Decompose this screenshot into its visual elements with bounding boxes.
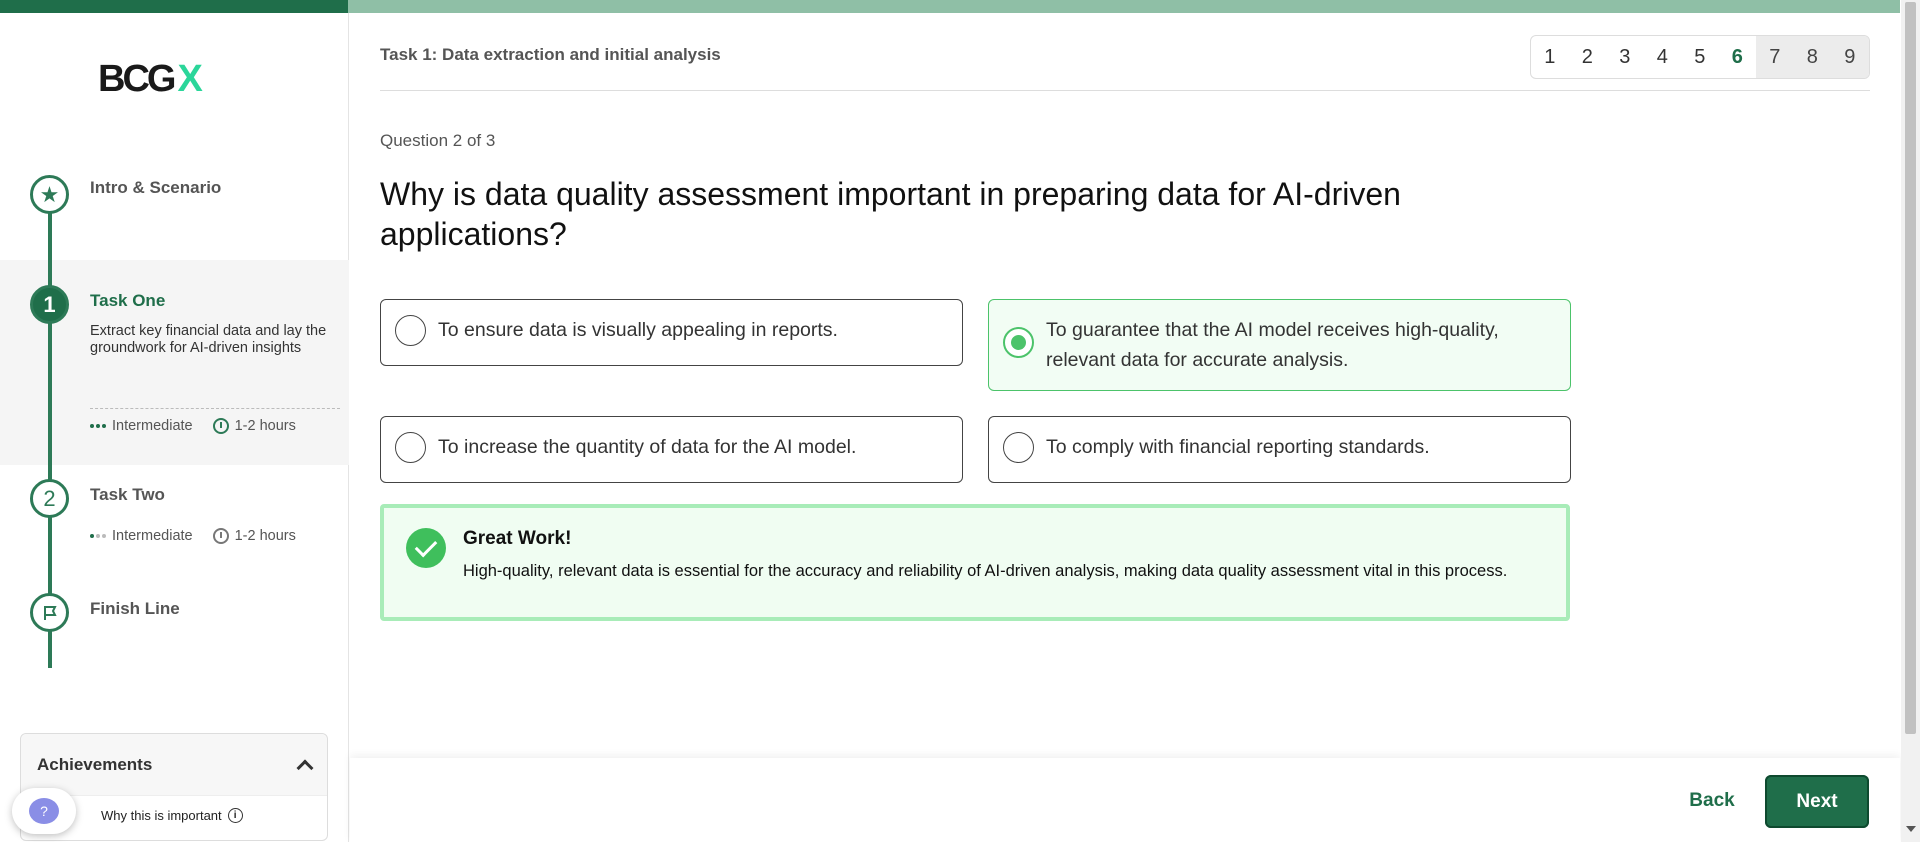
radio-button[interactable]	[395, 315, 426, 346]
question-counter: Question 2 of 3	[380, 131, 496, 150]
difficulty-label: Intermediate	[112, 418, 193, 434]
page-3-button[interactable]: 3	[1606, 36, 1644, 78]
step-meta: Intermediate 1-2 hours	[90, 528, 296, 544]
step-meta: Intermediate 1-2 hours	[90, 418, 296, 434]
page-4-button[interactable]: 4	[1644, 36, 1682, 78]
sidebar-item-label: Task Two	[90, 485, 165, 504]
difficulty-icon	[90, 534, 106, 538]
footer-bar	[350, 758, 1900, 842]
answer-option-label: To guarantee that the AI model receives …	[1046, 319, 1499, 371]
task-title: Task 1: Data extraction and initial anal…	[380, 45, 721, 64]
radio-button[interactable]	[1003, 432, 1034, 463]
clock-icon	[212, 418, 229, 434]
sidebar-item-label: Intro & Scenario	[90, 178, 222, 197]
info-icon[interactable]: i	[227, 808, 243, 823]
radio-button[interactable]	[1003, 327, 1034, 358]
clock-icon	[212, 528, 229, 544]
chevron-up-icon[interactable]	[296, 759, 314, 776]
answer-option-label: To ensure data is visually appealing in …	[438, 319, 838, 341]
answer-option-label: To increase the quantity of data for the…	[438, 436, 857, 458]
page-6-button[interactable]: 6	[1719, 36, 1757, 78]
feedback-text: High-quality, relevant data is essential…	[463, 562, 1508, 580]
scrollbar-thumb[interactable]	[1905, 2, 1916, 734]
question-icon: ?	[29, 798, 59, 824]
sidebar-item-description: Extract key financial data and lay the g…	[90, 323, 327, 356]
page-9-button[interactable]: 9	[1831, 36, 1869, 78]
next-button[interactable]: Next	[1765, 775, 1869, 828]
feedback-panel: Great Work! High-quality, relevant data …	[380, 504, 1570, 621]
flag-icon	[30, 593, 69, 632]
why-important-link[interactable]: Why this is important i	[101, 808, 243, 823]
question-text: Why is data quality assessment important…	[380, 176, 1401, 252]
achievements-header[interactable]: Achievements	[21, 734, 327, 796]
why-important-label: Why this is important	[101, 808, 222, 823]
divider	[90, 408, 340, 409]
achievements-title: Achievements	[37, 754, 153, 774]
scroll-down-arrow-icon[interactable]	[1906, 826, 1916, 832]
answer-option[interactable]: To ensure data is visually appealing in …	[380, 299, 963, 366]
radio-button[interactable]	[395, 432, 426, 463]
answer-option[interactable]: To comply with financial reporting stand…	[988, 416, 1571, 483]
difficulty-icon	[90, 424, 106, 428]
scrollbar[interactable]	[1901, 0, 1920, 842]
page-2-button[interactable]: 2	[1569, 36, 1607, 78]
progress-bar	[0, 0, 1900, 13]
answer-option[interactable]: To increase the quantity of data for the…	[380, 416, 963, 483]
sidebar-item-label: Finish Line	[90, 599, 180, 618]
feedback-title: Great Work!	[463, 528, 572, 549]
answer-option[interactable]: To guarantee that the AI model receives …	[988, 299, 1571, 391]
step-number-badge: 2	[30, 479, 69, 518]
difficulty-label: Intermediate	[112, 528, 193, 544]
duration-label: 1-2 hours	[234, 418, 296, 434]
star-icon: ★	[30, 175, 69, 214]
page-1-button[interactable]: 1	[1531, 36, 1569, 78]
back-button[interactable]: Back	[1670, 775, 1754, 827]
sidebar: BCG X ★ Intro & Scenario 1 Task One Extra…	[0, 13, 349, 842]
duration-label: 1-2 hours	[234, 528, 296, 544]
bcg-x-logo[interactable]: BCG X	[98, 58, 203, 101]
page-5-button[interactable]: 5	[1681, 36, 1719, 78]
progress-bar-fill	[0, 0, 348, 13]
page-navigator: 123456789	[1530, 35, 1870, 79]
page-8-button[interactable]: 8	[1793, 36, 1831, 78]
answer-option-label: To comply with financial reporting stand…	[1046, 436, 1430, 458]
step-number-badge: 1	[30, 285, 69, 324]
page-7-button[interactable]: 7	[1756, 36, 1794, 78]
check-circle-icon	[406, 528, 446, 568]
help-button[interactable]: ?	[12, 788, 76, 834]
divider	[380, 90, 1870, 91]
sidebar-item-label: Task One	[90, 291, 166, 310]
